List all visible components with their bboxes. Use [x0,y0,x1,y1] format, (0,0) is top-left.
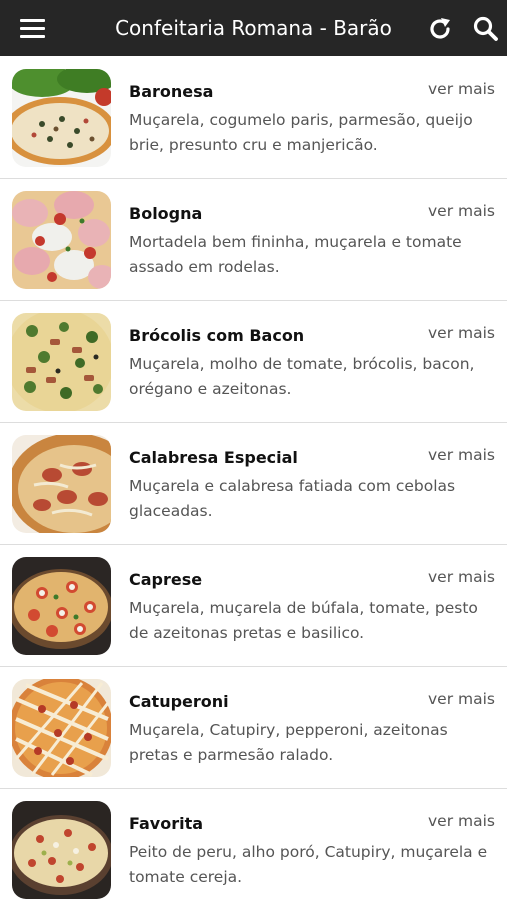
see-more-link[interactable]: ver mais [428,444,495,466]
product-item-favorita[interactable]: Favorita ver mais Peito de peru, alho po… [0,789,507,900]
product-image-caprese [12,557,111,655]
product-image-catuperoni [12,679,111,777]
product-item-calabresa-especial[interactable]: Calabresa Especial ver mais Muçarela e c… [0,423,507,545]
product-image-brocolis-com-bacon [12,313,111,411]
product-description: Muçarela, cogumelo paris, parmesão, quei… [129,111,473,154]
product-name: Favorita [129,814,204,833]
app-screen: Confeitaria Romana - Barão Baronesa ver … [0,0,507,900]
product-item-catuperoni[interactable]: Catuperoni ver mais Muçarela, Catupiry, … [0,667,507,789]
product-item-caprese[interactable]: Caprese ver mais Muçarela, muçarela de b… [0,545,507,667]
product-image-favorita [12,801,111,899]
product-item-bologna[interactable]: Bologna ver mais Mortadela bem fininha, … [0,179,507,301]
product-image-bologna [12,191,111,289]
product-list: Baronesa ver mais Muçarela, cogumelo par… [0,57,507,900]
product-description: Peito de peru, alho poró, Catupiry, muça… [129,843,488,886]
search-icon[interactable] [471,14,501,44]
product-item-brocolis-com-bacon[interactable]: Brócolis com Bacon ver mais Muçarela, mo… [0,301,507,423]
refresh-icon[interactable] [425,14,455,44]
product-image-baronesa [12,69,111,167]
product-name: Catuperoni [129,692,229,711]
see-more-link[interactable]: ver mais [428,566,495,588]
product-description: Mortadela bem fininha, muçarela e tomate… [129,233,462,276]
product-image-calabresa-especial [12,435,111,533]
product-description: Muçarela, muçarela de búfala, tomate, pe… [129,599,478,642]
product-description: Muçarela, molho de tomate, brócolis, bac… [129,355,475,398]
see-more-link[interactable]: ver mais [428,688,495,710]
product-description: Muçarela e calabresa fatiada com cebolas… [129,477,456,520]
product-name: Baronesa [129,82,214,101]
top-app-bar: Confeitaria Romana - Barão [0,0,507,56]
see-more-link[interactable]: ver mais [428,200,495,222]
product-name: Bologna [129,204,203,223]
product-item-baronesa[interactable]: Baronesa ver mais Muçarela, cogumelo par… [0,57,507,179]
see-more-link[interactable]: ver mais [428,322,495,344]
product-name: Calabresa Especial [129,448,298,467]
product-name: Caprese [129,570,203,589]
product-description: Muçarela, Catupiry, pepperoni, azeitonas… [129,721,448,764]
see-more-link[interactable]: ver mais [428,78,495,100]
product-name: Brócolis com Bacon [129,326,305,345]
see-more-link[interactable]: ver mais [428,810,495,832]
